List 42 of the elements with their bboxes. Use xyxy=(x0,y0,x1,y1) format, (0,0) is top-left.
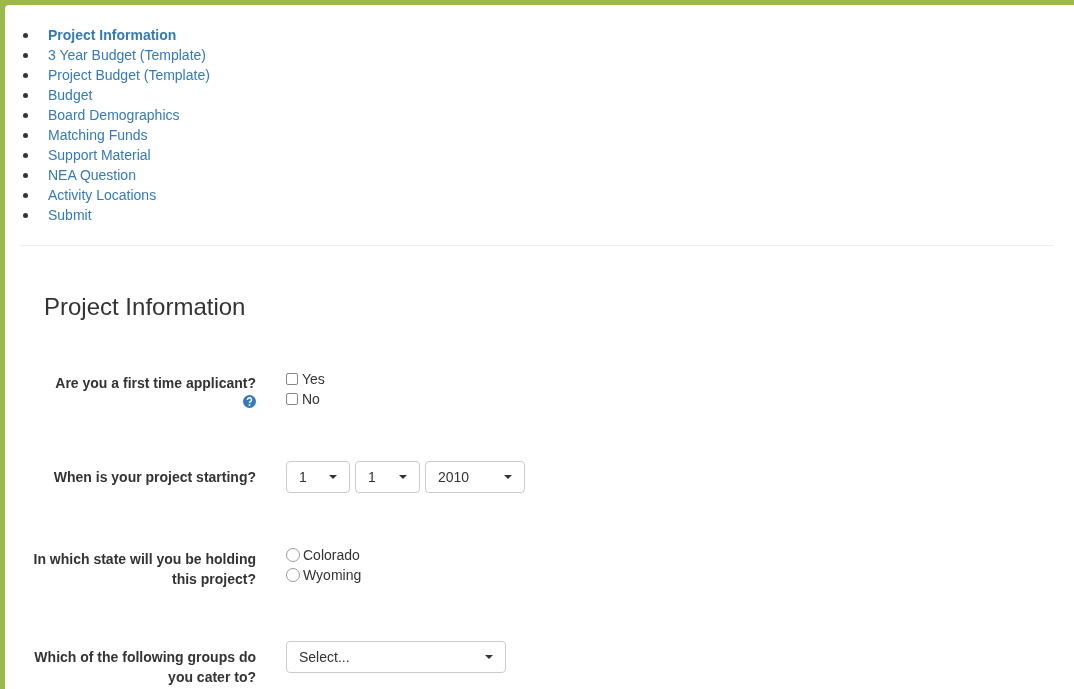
question-label: Are you a first time applicant? xyxy=(55,374,256,393)
caret-icon xyxy=(504,475,512,479)
checkbox[interactable] xyxy=(286,373,298,385)
bullet-icon xyxy=(23,52,28,58)
bullet-icon xyxy=(23,152,28,158)
bullet-icon xyxy=(23,32,28,38)
caret-icon xyxy=(485,655,493,659)
question-label: Which of the following groups do you cater to? xyxy=(33,648,256,687)
nav-link[interactable]: NEA Question xyxy=(48,167,136,183)
dropdown[interactable]: 1 xyxy=(286,461,350,493)
option-label: Yes xyxy=(302,371,325,387)
option-label: Colorado xyxy=(303,547,360,563)
dropdown[interactable]: Select... xyxy=(286,641,506,673)
nav-link[interactable]: Project Information xyxy=(48,27,177,43)
bullet-icon xyxy=(23,92,28,98)
question-label: In which state will you be holding this project? xyxy=(32,550,256,589)
radio-button[interactable] xyxy=(286,548,300,562)
nav-link[interactable]: Matching Funds xyxy=(48,127,148,143)
question-label: When is your project starting? xyxy=(53,468,256,487)
option-label: Wyoming xyxy=(303,567,362,583)
bullet-icon xyxy=(23,212,28,218)
dropdown[interactable]: 1 xyxy=(355,461,420,493)
bullet-icon xyxy=(23,112,28,118)
caret-icon xyxy=(329,475,337,479)
caret-icon xyxy=(399,475,407,479)
nav-link[interactable]: Activity Locations xyxy=(48,187,157,203)
bullet-icon xyxy=(23,132,28,138)
nav-link[interactable]: 3 Year Budget (Template) xyxy=(48,47,206,63)
help-icon[interactable] xyxy=(243,395,256,408)
nav-link[interactable]: Budget xyxy=(48,87,93,103)
option-label: No xyxy=(302,391,320,407)
radio-button[interactable] xyxy=(286,568,300,582)
checkbox[interactable] xyxy=(286,393,298,405)
bullet-icon xyxy=(23,192,28,198)
nav-link[interactable]: Project Budget (Template) xyxy=(48,67,210,83)
bullet-icon xyxy=(23,72,28,78)
nav-link[interactable]: Board Demographics xyxy=(48,107,180,123)
dropdown[interactable]: 2010 xyxy=(425,461,525,493)
nav-link[interactable]: Support Material xyxy=(48,147,151,163)
nav-link[interactable]: Submit xyxy=(48,207,92,223)
bullet-icon xyxy=(23,172,28,178)
section-heading: Project Information xyxy=(43,292,247,321)
